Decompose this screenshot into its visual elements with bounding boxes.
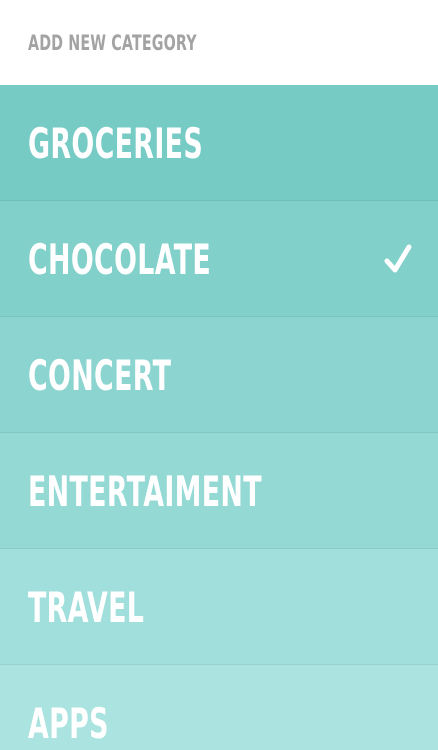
category-item-groceries[interactable]: GROCERIES <box>0 85 438 201</box>
add-new-category-label: ADD NEW CATEGORY <box>28 30 197 55</box>
add-new-category-button[interactable]: ADD NEW CATEGORY <box>0 0 438 85</box>
category-list: GROCERIES CHOCOLATE CONCERT ENTERTAIMENT… <box>0 85 438 750</box>
category-item-chocolate[interactable]: CHOCOLATE <box>0 201 438 317</box>
category-label: CONCERT <box>28 351 172 400</box>
checkmark-icon <box>384 244 412 272</box>
category-label: APPS <box>28 699 109 748</box>
category-label: TRAVEL <box>28 583 145 632</box>
category-item-apps[interactable]: APPS <box>0 665 438 750</box>
category-item-concert[interactable]: CONCERT <box>0 317 438 433</box>
category-label: CHOCOLATE <box>28 235 212 284</box>
category-picker-screen: ADD NEW CATEGORY GROCERIES CHOCOLATE CON… <box>0 0 438 750</box>
category-item-travel[interactable]: TRAVEL <box>0 549 438 665</box>
category-item-entertainment[interactable]: ENTERTAIMENT <box>0 433 438 549</box>
category-label: GROCERIES <box>28 119 204 168</box>
category-label: ENTERTAIMENT <box>28 467 262 516</box>
